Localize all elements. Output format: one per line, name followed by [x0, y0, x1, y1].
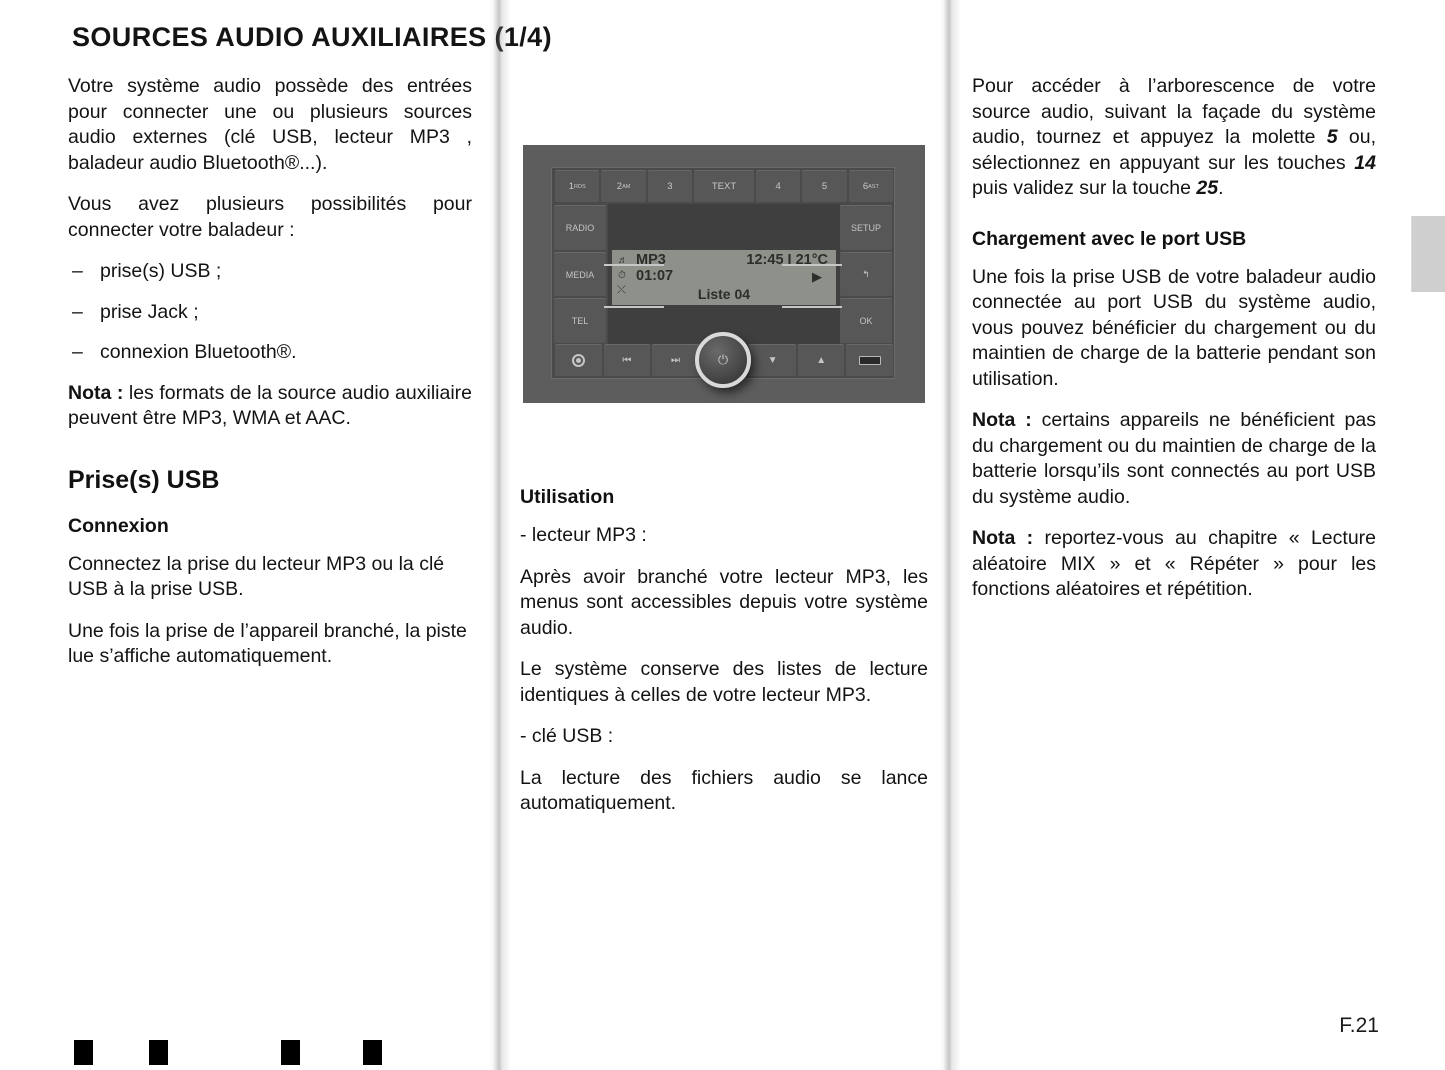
- sub-heading-connexion: Connexion: [68, 514, 169, 537]
- radio-head-unit-figure: 1 RDS 2 AM 3 TEXT 4 5 6 AST RADIO MEDIA TEL…: [523, 145, 925, 403]
- registration-marks: [74, 1040, 394, 1066]
- item-usb-key: - clé USB :: [520, 725, 614, 747]
- preset-button-row: 1 RDS 2 AM 3 TEXT 4 5 6 AST: [554, 170, 894, 202]
- callout-line-right-bottom: [782, 306, 842, 308]
- access-text-c: puis validez sur la touche: [972, 177, 1197, 199]
- next-track-button[interactable]: ⏭: [652, 344, 699, 376]
- nota-label: Nota :: [68, 381, 124, 404]
- paragraph-access: Pour accéder à l’arborescence de votre s…: [972, 74, 1376, 202]
- preset-button-3[interactable]: 3: [647, 170, 693, 202]
- media-source-button[interactable]: MEDIA: [554, 251, 606, 297]
- sub-heading-utilisation: Utilisation: [520, 486, 615, 508]
- nota-text: certains appareils ne bénéficient pas du…: [972, 409, 1376, 508]
- list-item-label: prise(s) USB ;: [100, 260, 222, 282]
- lcd-playlist-label: Liste 04: [697, 286, 751, 302]
- power-icon: ⏻: [717, 352, 729, 367]
- paragraph-mp3-1: Après avoir branché votre lecteur MP3, l…: [520, 565, 928, 639]
- column-left: Votre système audio possède des entrées …: [68, 74, 472, 670]
- manual-page: SOURCES AUDIO AUXILIAIRES (1/4) Votre sy…: [0, 0, 1445, 1070]
- page-edge-tab: [1411, 216, 1445, 292]
- column-right: Pour accéder à l’arborescence de votre s…: [972, 74, 1376, 603]
- button-ref-5: 5: [1326, 126, 1338, 148]
- paragraph-usb-1: La lecture des fichiers audio se lance a…: [520, 766, 928, 815]
- play-icon: ▶: [812, 269, 822, 284]
- power-volume-knob[interactable]: ⏻: [695, 332, 751, 388]
- lcd-track-time: 01:07: [636, 268, 674, 284]
- registration-mark: [74, 1040, 93, 1065]
- paragraph-intro: Votre système audio possède des entrées …: [68, 75, 472, 174]
- callout-line-left-top: [604, 264, 664, 266]
- preset-button-6[interactable]: 6 AST: [848, 170, 894, 202]
- paragraph-nota-1: Nota : certains appareils ne bénéficient…: [972, 408, 1376, 510]
- scroll-down-button[interactable]: ▼: [749, 344, 796, 376]
- dash-marker: –: [72, 300, 83, 323]
- preset-button-4[interactable]: 4: [755, 170, 801, 202]
- paragraph-nota-2: Nota : reportez-vous au chapitre « Lectu…: [972, 526, 1376, 603]
- nota-label: Nota :: [972, 527, 1034, 549]
- list-item-label: connexion Bluetooth®.: [100, 341, 297, 363]
- tel-button[interactable]: TEL: [554, 298, 606, 344]
- list-item: – connexion Bluetooth®.: [68, 340, 472, 366]
- paragraph-nota: Nota : les formats de la source audio au…: [68, 381, 472, 432]
- radio-faceplate: 1 RDS 2 AM 3 TEXT 4 5 6 AST RADIO MEDIA TEL…: [551, 167, 895, 388]
- dash-marker: –: [72, 341, 83, 363]
- right-button-column: SETUP ↰ OK: [840, 204, 892, 344]
- lcd-media-icons: ♬ ⏱: [618, 255, 628, 281]
- list-item: – prise(s) USB ;: [68, 259, 472, 285]
- paragraph-charge: Une fois la prise USB de votre baladeur …: [972, 265, 1376, 390]
- back-arrow-icon[interactable]: ↰: [840, 251, 892, 297]
- scroll-up-button[interactable]: ▲: [797, 344, 845, 376]
- ok-button[interactable]: OK: [840, 298, 892, 344]
- source-dial-icon[interactable]: [555, 344, 602, 376]
- preset-button-2[interactable]: 2 AM: [601, 170, 646, 202]
- column-divider-right: [939, 0, 961, 1070]
- button-ref-14: 14: [1354, 151, 1376, 174]
- page-number: F.21: [1339, 1014, 1379, 1037]
- paragraph-connect-1: Connectez la prise du lecteur MP3 ou la …: [68, 552, 445, 601]
- nota-label: Nota :: [972, 409, 1032, 431]
- nota-text: reportez-vous au chapitre « Lecture aléa…: [972, 527, 1376, 600]
- text-button[interactable]: TEXT: [694, 170, 754, 202]
- registration-mark: [149, 1040, 168, 1065]
- lcd-display: ♬ ⏱ MP3 01:07 12:45 I 21°C ▶ ⤬ Liste 04: [612, 250, 836, 305]
- dash-marker: –: [72, 260, 83, 282]
- usb-port-icon[interactable]: [846, 344, 894, 376]
- access-text-a: Pour accéder à l’arborescence de votre s…: [972, 75, 1376, 148]
- display-bezel: ♬ ⏱ MP3 01:07 12:45 I 21°C ▶ ⤬ Liste 04: [608, 204, 840, 344]
- column-middle: Utilisation - lecteur MP3 : Après avoir …: [520, 486, 928, 817]
- button-ref-25: 25: [1196, 177, 1219, 199]
- list-item-label: prise Jack ;: [100, 300, 199, 323]
- registration-mark: [363, 1040, 382, 1065]
- paragraph-connect-2: Une fois la prise de l’appareil branché,…: [68, 619, 467, 668]
- setup-button[interactable]: SETUP: [840, 205, 892, 250]
- paragraph-possibilities: Vous avez plusieurs possibilités pour co…: [68, 193, 472, 241]
- callout-line-right-top: [782, 264, 842, 266]
- radio-source-button[interactable]: RADIO: [554, 205, 606, 250]
- item-mp3-player: - lecteur MP3 :: [520, 524, 647, 546]
- list-item: – prise Jack ;: [68, 300, 472, 326]
- preset-button-1[interactable]: 1 RDS: [555, 170, 600, 202]
- paragraph-mp3-2: Le système conserve des listes de lectur…: [520, 658, 928, 706]
- nota-text: les formats de la source audio auxiliair…: [68, 381, 472, 430]
- registration-mark: [281, 1040, 300, 1065]
- previous-track-button[interactable]: ⏮: [603, 344, 651, 376]
- sub-heading-chargement: Chargement avec le port USB: [972, 227, 1247, 250]
- access-text-d: .: [1218, 177, 1224, 199]
- page-title: SOURCES AUDIO AUXILIAIRES (1/4): [72, 22, 552, 52]
- left-button-column: RADIO MEDIA TEL: [554, 204, 606, 344]
- column-divider-left: [489, 0, 511, 1070]
- section-heading-usb: Prise(s) USB: [68, 465, 220, 494]
- preset-button-5[interactable]: 5: [802, 170, 847, 202]
- callout-line-left-bottom: [604, 306, 664, 308]
